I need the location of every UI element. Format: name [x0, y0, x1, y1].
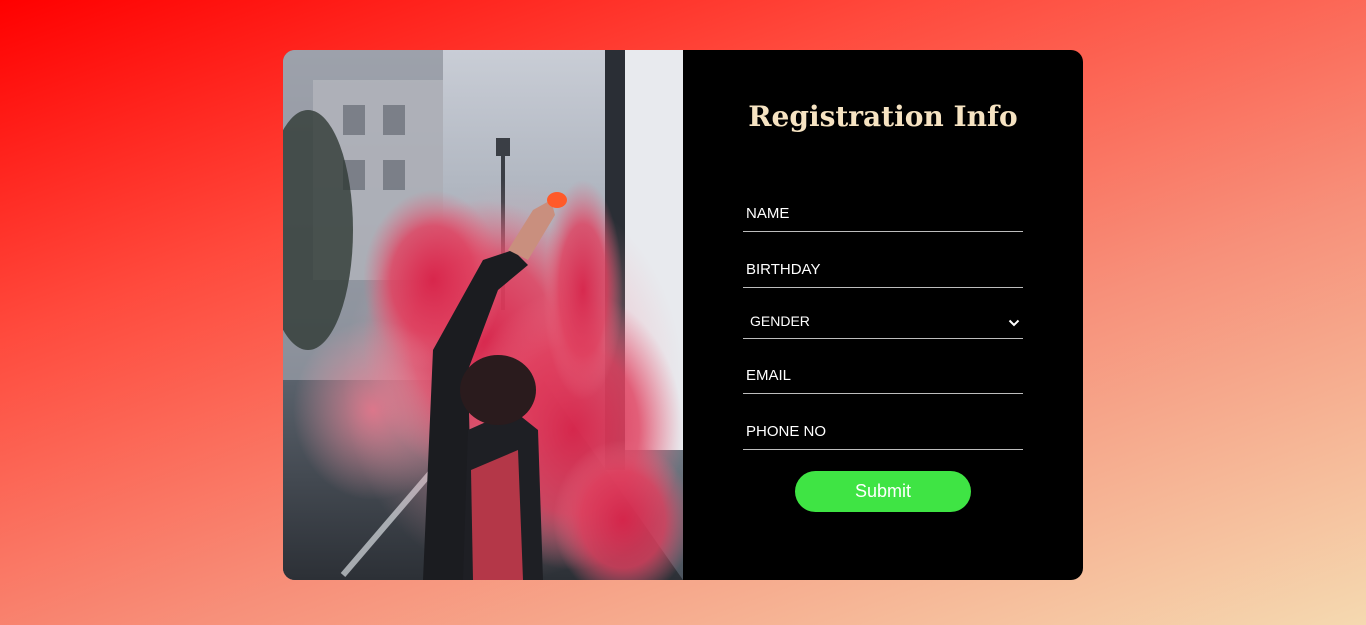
gender-select-container: GENDER — [743, 303, 1023, 339]
registration-card: Registration Info GENDER Submit — [283, 50, 1083, 580]
submit-button[interactable]: Submit — [795, 471, 971, 512]
birthday-field-container — [743, 252, 1023, 288]
phone-field-container — [743, 414, 1023, 450]
hero-photo — [283, 50, 683, 580]
email-field-container — [743, 358, 1023, 394]
chevron-down-icon — [1008, 314, 1020, 331]
red-smoke-photo-illustration — [283, 50, 683, 580]
email-field[interactable] — [743, 358, 1023, 393]
name-field[interactable] — [743, 196, 1023, 231]
gender-select[interactable]: GENDER — [743, 303, 1023, 338]
phone-field[interactable] — [743, 414, 1023, 449]
gender-select-value: GENDER — [750, 312, 810, 329]
registration-form: Registration Info GENDER Submit — [683, 50, 1083, 580]
form-title: Registration Info — [748, 100, 1018, 133]
birthday-field[interactable] — [743, 252, 1023, 287]
name-field-container — [743, 196, 1023, 232]
